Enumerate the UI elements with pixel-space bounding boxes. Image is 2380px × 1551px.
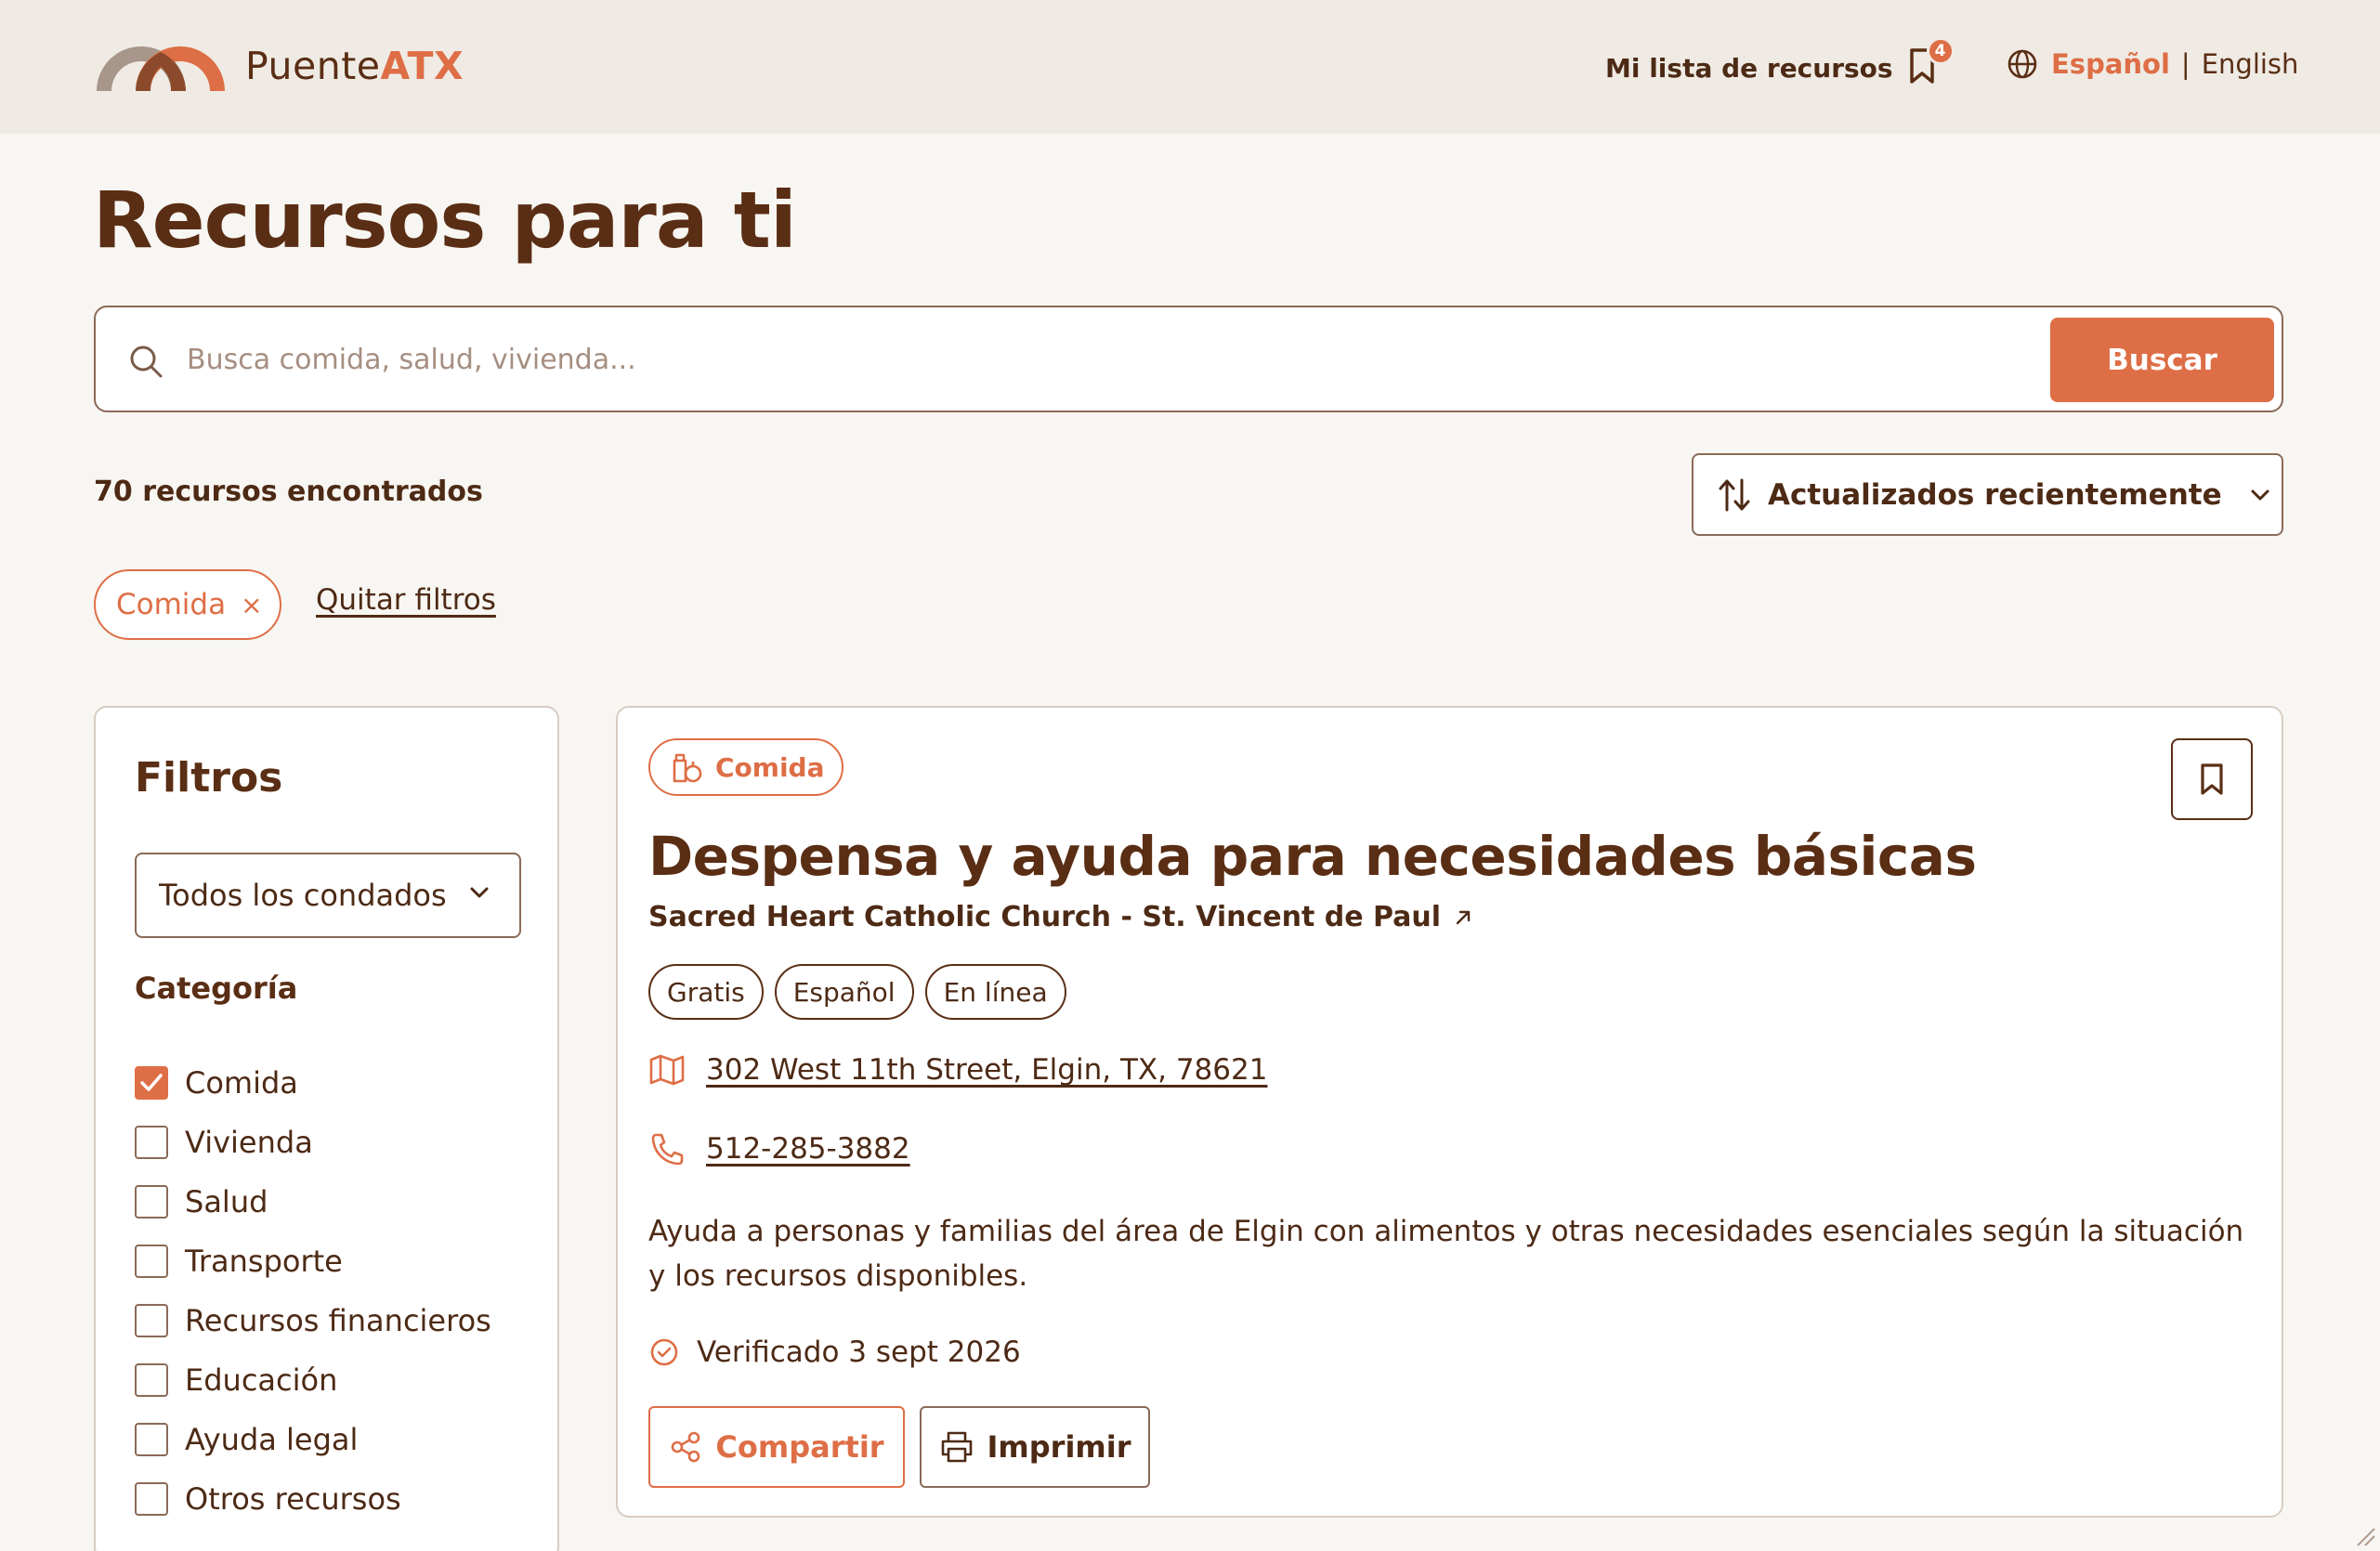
sort-selected-value: Actualizados recientemente [1768, 477, 2222, 512]
chevron-down-icon [470, 887, 489, 898]
category-label: Educación [185, 1362, 338, 1398]
search-icon [130, 345, 163, 378]
lang-separator: | [2180, 48, 2190, 80]
county-selected-value: Todos los condados [159, 878, 447, 913]
category-label: Ayuda legal [185, 1422, 359, 1457]
language-switcher: Español | English [2007, 48, 2298, 80]
category-label: Salud [185, 1184, 268, 1219]
my-list-label: Mi lista de recursos [1605, 52, 1893, 84]
filters-title: Filtros [135, 754, 283, 802]
checkbox[interactable] [135, 1126, 168, 1159]
category-badge: Comida [648, 738, 843, 796]
checkbox[interactable] [135, 1304, 168, 1337]
sort-arrows-icon [1719, 478, 1750, 511]
category-label: Recursos financieros [185, 1303, 491, 1338]
check-circle-icon [650, 1338, 678, 1366]
tag: Español [774, 964, 914, 1020]
page-title: Recursos para ti [93, 175, 797, 266]
checkbox[interactable] [135, 1185, 168, 1219]
category-option-vivienda[interactable]: Vivienda [135, 1113, 491, 1172]
results-count: 70 recursos encontrados [94, 476, 483, 508]
checkmark-icon [140, 1074, 163, 1091]
card-actions: Compartir Imprimir [648, 1406, 1150, 1488]
organization-link[interactable]: Sacred Heart Catholic Church - St. Vince… [648, 901, 1472, 933]
checkbox[interactable] [135, 1482, 168, 1516]
sort-select[interactable]: Actualizados recientemente [1692, 453, 2283, 536]
external-link-icon [1456, 910, 1471, 924]
category-option-educacion[interactable]: Educación [135, 1350, 491, 1410]
checkbox[interactable] [135, 1423, 168, 1456]
food-icon [673, 753, 702, 783]
tag: En línea [924, 964, 1066, 1020]
phone-row: 512-285-3882 [648, 1131, 910, 1167]
remove-filter-icon[interactable]: × [241, 590, 262, 620]
category-label: Comida [185, 1065, 298, 1101]
lang-english[interactable]: English [2202, 48, 2299, 80]
globe-icon [2007, 49, 2037, 79]
category-label: Transporte [185, 1244, 343, 1279]
brand-logo[interactable]: PuenteATX [93, 39, 464, 93]
category-badge-label: Comida [715, 751, 825, 783]
category-option-recursos-financieros[interactable]: Recursos financieros [135, 1291, 491, 1350]
print-button[interactable]: Imprimir [920, 1406, 1150, 1488]
category-option-otros-recursos[interactable]: Otros recursos [135, 1469, 491, 1529]
category-option-transporte[interactable]: Transporte [135, 1232, 491, 1291]
bridge-logo-icon [97, 46, 225, 91]
active-filter-chip-comida[interactable]: Comida × [94, 569, 281, 640]
resource-card: Comida Despensa y ayuda para necesidades… [616, 706, 2283, 1518]
filters-panel: Filtros Todos los condados Categoría Com… [94, 706, 559, 1551]
county-select[interactable]: Todos los condados [135, 853, 521, 938]
checkbox[interactable] [135, 1245, 168, 1278]
tag: Gratis [648, 964, 764, 1020]
resize-grip-icon[interactable] [2352, 1523, 2376, 1547]
share-label: Compartir [715, 1429, 884, 1465]
bookmark-icon: 4 [1908, 37, 1955, 89]
category-option-salud[interactable]: Salud [135, 1172, 491, 1232]
list-count-badge: 4 [1926, 37, 1955, 65]
phone-link[interactable]: 512-285-3882 [706, 1132, 910, 1166]
printer-icon [941, 1431, 972, 1463]
share-icon [672, 1431, 700, 1463]
clear-filters-link[interactable]: Quitar filtros [316, 583, 496, 617]
address-row: 302 West 11th Street, Elgin, TX, 78621 [648, 1053, 1267, 1087]
search-button[interactable]: Buscar [2050, 318, 2274, 402]
map-icon [649, 1054, 685, 1086]
category-heading: Categoría [135, 971, 298, 1006]
category-option-ayuda-legal[interactable]: Ayuda legal [135, 1410, 491, 1469]
resource-tags: Gratis Español En línea [648, 964, 1078, 1020]
phone-icon [651, 1133, 684, 1166]
print-label: Imprimir [987, 1429, 1131, 1465]
my-resource-list-link[interactable]: Mi lista de recursos 4 [1605, 37, 1955, 89]
verified-date: Verificado 3 sept 2026 [697, 1336, 1021, 1369]
search-bar: Buscar [94, 306, 2283, 412]
checkbox[interactable] [135, 1363, 168, 1397]
search-input[interactable] [187, 332, 1283, 387]
category-list: Comida Vivienda Salud Transporte Recurso… [135, 1053, 491, 1529]
bookmark-icon [2201, 763, 2223, 795]
category-label: Otros recursos [185, 1481, 401, 1517]
site-header: PuenteATX Mi lista de recursos 4 Español… [0, 0, 2380, 134]
category-label: Vivienda [185, 1125, 313, 1160]
chevron-down-icon [2251, 489, 2269, 500]
organization-name: Sacred Heart Catholic Church - St. Vince… [648, 901, 1442, 933]
lang-espanol[interactable]: Español [2051, 48, 2170, 80]
verified-status: Verificado 3 sept 2026 [648, 1336, 1021, 1369]
share-button[interactable]: Compartir [648, 1406, 905, 1488]
chip-label: Comida [116, 588, 227, 621]
save-resource-button[interactable] [2171, 738, 2253, 820]
address-link[interactable]: 302 West 11th Street, Elgin, TX, 78621 [706, 1053, 1267, 1087]
brand-name: PuenteATX [245, 44, 464, 88]
resource-description: Ayuda a personas y familias del área de … [648, 1215, 2244, 1293]
category-option-comida[interactable]: Comida [135, 1053, 491, 1113]
resource-title[interactable]: Despensa y ayuda para necesidades básica… [648, 825, 1977, 888]
checkbox-checked[interactable] [135, 1066, 168, 1100]
